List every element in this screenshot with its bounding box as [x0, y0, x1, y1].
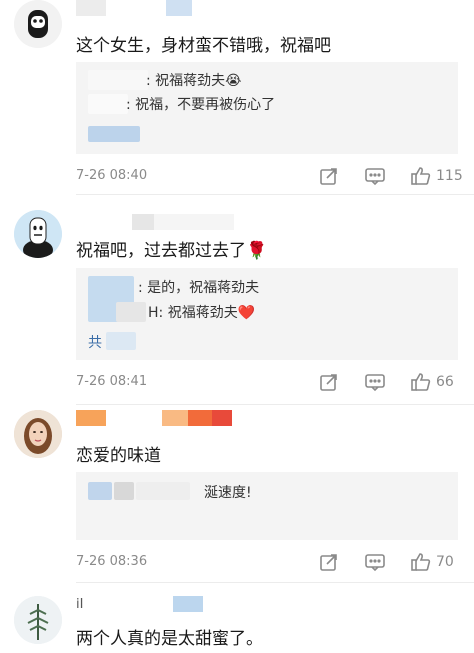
- like-button[interactable]: 66: [410, 372, 454, 392]
- divider: [76, 582, 474, 583]
- comment-icon: [365, 554, 385, 572]
- comment-meta: 7-26 08:41 66: [76, 372, 474, 394]
- comment-item-4: iI 两个人真的是太甜蜜了。: [0, 594, 474, 653]
- comment-text: 祝福吧，过去都过去了🌹: [76, 241, 268, 261]
- forward-button[interactable]: [319, 166, 339, 186]
- thumbs-up-icon: [411, 373, 431, 391]
- thumbs-up-icon: [411, 167, 431, 185]
- username-fragment: iI: [76, 596, 84, 612]
- username[interactable]: [76, 410, 232, 426]
- divider: [76, 194, 474, 195]
- reply-text: 涎速度!: [204, 485, 252, 501]
- timestamp: 7-26 08:40: [76, 168, 148, 183]
- forward-icon: [320, 554, 337, 571]
- reply-box[interactable]: : 祝福蒋劲夫😭 : 祝福，不要再被伤心了: [76, 62, 458, 154]
- forward-button[interactable]: [319, 552, 339, 572]
- comment-button[interactable]: [364, 372, 386, 392]
- blurred-link: [88, 126, 140, 142]
- username[interactable]: iI: [76, 596, 204, 612]
- comment-meta: 7-26 08:36 70: [76, 552, 474, 574]
- avatar[interactable]: [14, 596, 62, 644]
- username[interactable]: [76, 0, 192, 16]
- avatar[interactable]: [14, 0, 62, 48]
- divider: [76, 404, 474, 405]
- reply-text: : 祝福，不要再被伤心了: [126, 97, 276, 113]
- comment-text: 恋爱的味道: [76, 446, 161, 466]
- like-count: 66: [436, 374, 454, 390]
- comment-icon: [365, 374, 385, 392]
- comment-text: 这个女生，身材蛮不错哦，祝福吧: [76, 36, 331, 56]
- comment-button[interactable]: [364, 166, 386, 186]
- comment-meta: 7-26 08:40 115: [76, 166, 474, 188]
- like-button[interactable]: 70: [410, 552, 454, 572]
- timestamp: 7-26 08:41: [76, 374, 148, 389]
- comment-item-3: 恋爱的味道 涎速度! 7-26 08:36 70: [0, 410, 474, 583]
- reply-text: : 祝福蒋劲夫😭: [146, 73, 242, 89]
- avatar[interactable]: [14, 410, 62, 458]
- reply-more-link[interactable]: 共: [88, 332, 102, 352]
- reply-text: : 是的，祝福蒋劲夫: [138, 280, 260, 296]
- like-count: 115: [436, 168, 463, 184]
- comment-icon: [365, 168, 385, 186]
- comment-text: 两个人真的是太甜蜜了。: [76, 629, 263, 649]
- comment-item-1: 这个女生，身材蛮不错哦，祝福吧 : 祝福蒋劲夫😭 : 祝福，不要再被伤心了 7-…: [0, 0, 474, 195]
- comment-button[interactable]: [364, 552, 386, 572]
- forward-button[interactable]: [319, 372, 339, 392]
- reply-text: H: 祝福蒋劲夫❤️: [148, 305, 256, 321]
- thumbs-up-icon: [411, 553, 431, 571]
- like-count: 70: [436, 554, 454, 570]
- reply-box[interactable]: 涎速度!: [76, 472, 458, 540]
- forward-icon: [320, 374, 337, 391]
- comment-item-2: 祝福吧，过去都过去了🌹 : 是的，祝福蒋劲夫 H: 祝福蒋劲夫❤️ 共 7-26…: [0, 206, 474, 406]
- username[interactable]: [76, 214, 234, 230]
- like-button[interactable]: 115: [410, 166, 463, 186]
- timestamp: 7-26 08:36: [76, 554, 148, 569]
- reply-box[interactable]: : 是的，祝福蒋劲夫 H: 祝福蒋劲夫❤️ 共: [76, 268, 458, 360]
- forward-icon: [320, 168, 337, 185]
- avatar[interactable]: [14, 210, 62, 258]
